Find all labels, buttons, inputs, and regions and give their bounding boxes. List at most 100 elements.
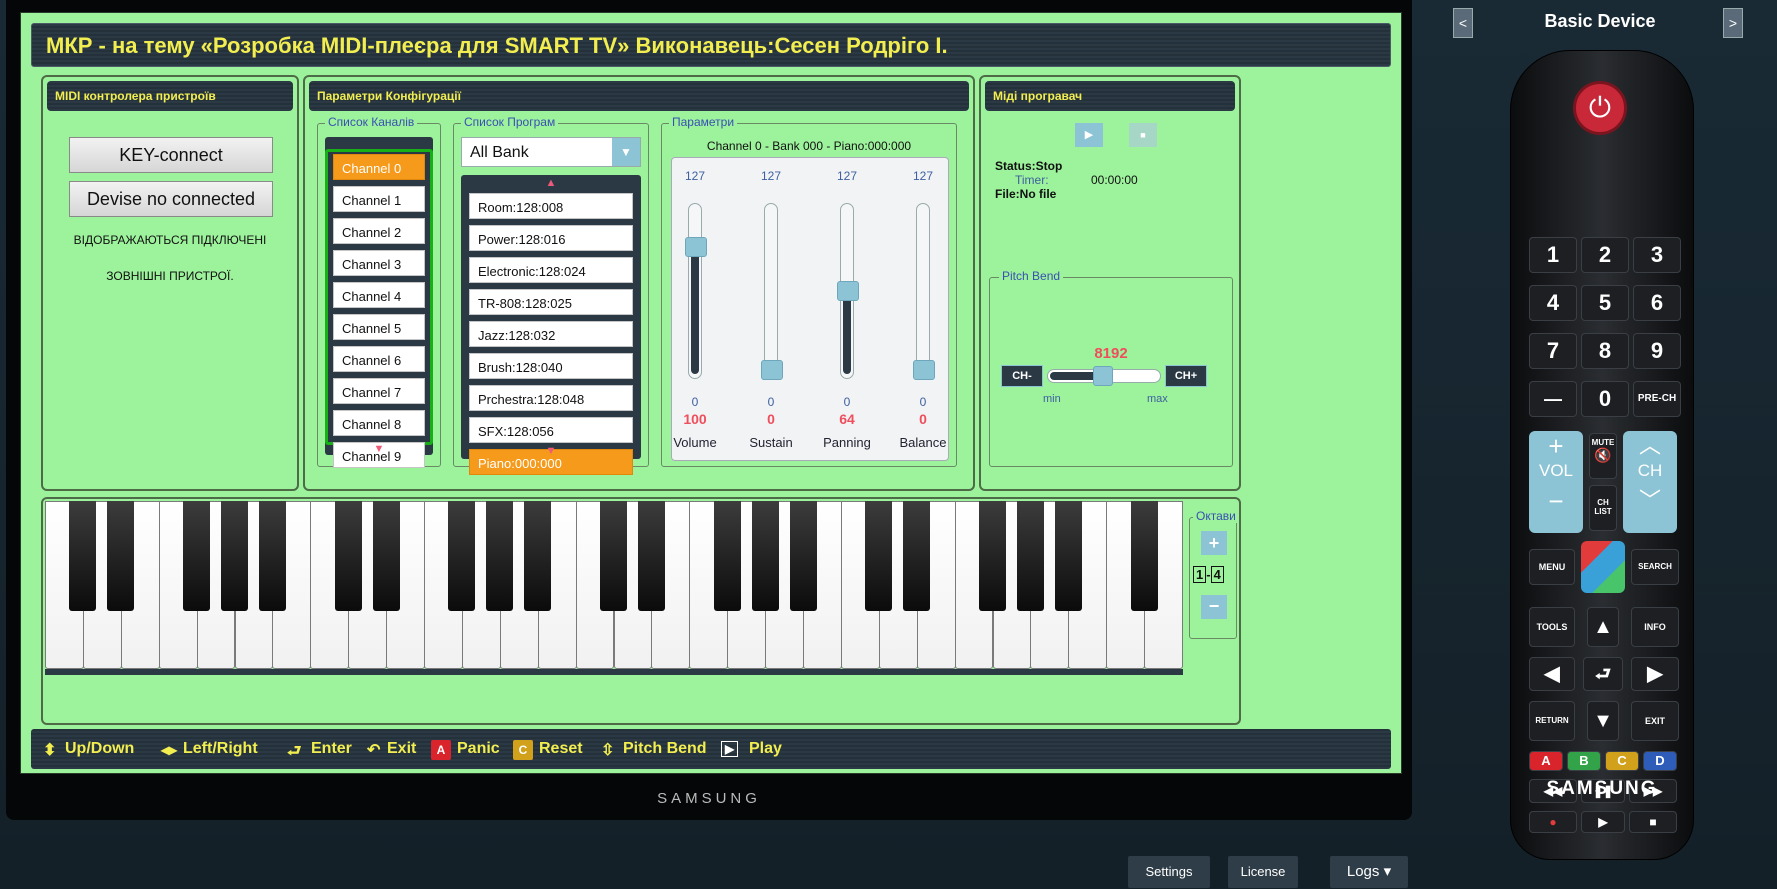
color-b-button[interactable]: B — [1567, 751, 1601, 771]
channel-item[interactable]: Channel 4 — [333, 282, 425, 308]
channel-item[interactable]: Channel 3 — [333, 250, 425, 276]
down-arrow-button[interactable]: ▼ — [1587, 701, 1619, 741]
smart-hub-button[interactable] — [1581, 541, 1625, 593]
play-button[interactable]: ▶ — [1075, 123, 1103, 147]
digit-4-button[interactable]: 4 — [1529, 285, 1577, 321]
channel-item[interactable]: Channel 5 — [333, 314, 425, 340]
pitch-bend-knob[interactable] — [1093, 366, 1113, 386]
channel-rocker[interactable]: ︿ CH ﹀ — [1623, 431, 1677, 533]
settings-button[interactable]: Settings — [1128, 856, 1210, 888]
program-item[interactable]: Jazz:128:032 — [469, 321, 633, 347]
digit-5-button[interactable]: 5 — [1581, 285, 1629, 321]
prev-device-button[interactable]: < — [1453, 8, 1473, 38]
black-key[interactable] — [1130, 501, 1158, 611]
black-key[interactable] — [979, 501, 1006, 611]
slider-sustain[interactable] — [761, 203, 783, 380]
left-arrow-button[interactable]: ◀ — [1529, 657, 1575, 691]
black-key[interactable] — [69, 501, 97, 611]
black-key[interactable] — [107, 501, 135, 611]
up-arrow-button[interactable]: ▲ — [1587, 607, 1619, 647]
black-key[interactable] — [1054, 501, 1082, 611]
slider-panning[interactable] — [837, 203, 859, 379]
logs-dropdown[interactable]: Logs ▾ — [1330, 856, 1408, 888]
mute-button[interactable]: MUTE 🔇 — [1589, 433, 1617, 479]
digit-0-button[interactable]: 0 — [1581, 381, 1629, 417]
black-key[interactable] — [258, 501, 286, 611]
program-item[interactable]: Electronic:128:024 — [469, 257, 633, 283]
right-arrow-button[interactable]: ▶ — [1631, 657, 1679, 691]
black-key[interactable] — [372, 501, 400, 611]
black-key[interactable] — [903, 501, 931, 611]
license-button[interactable]: License — [1228, 856, 1298, 888]
octave-down-button[interactable]: − — [1201, 595, 1227, 619]
program-scroll-up-icon[interactable]: ▲ — [541, 177, 561, 189]
record-button[interactable]: ● — [1529, 811, 1577, 833]
exit-button[interactable]: EXIT — [1631, 701, 1679, 741]
dash-button[interactable]: — — [1529, 381, 1577, 417]
program-item[interactable]: Brush:128:040 — [469, 353, 633, 379]
return-button[interactable]: RETURN — [1529, 701, 1575, 741]
program-item[interactable]: TR-808:128:025 — [469, 289, 633, 315]
program-item[interactable]: Prchestra:128:048 — [469, 385, 633, 411]
stop-button[interactable]: ■ — [1129, 123, 1157, 147]
remote-play-button[interactable]: ▶ — [1581, 811, 1625, 833]
color-d-button[interactable]: D — [1643, 751, 1677, 771]
ch-plus-button[interactable]: CH+ — [1165, 365, 1207, 387]
black-key[interactable] — [751, 501, 779, 611]
color-c-button[interactable]: C — [1605, 751, 1639, 771]
menu-button[interactable]: MENU — [1529, 549, 1575, 585]
digit-2-button[interactable]: 2 — [1581, 237, 1629, 273]
tools-button[interactable]: TOOLS — [1529, 607, 1575, 647]
black-key[interactable] — [713, 501, 741, 611]
black-key[interactable] — [865, 501, 893, 611]
black-key[interactable] — [600, 501, 627, 611]
prech-button[interactable]: PRE-CH — [1633, 381, 1681, 417]
channel-item[interactable]: Channel 7 — [333, 378, 425, 404]
black-key[interactable] — [637, 501, 665, 611]
key-connect-button[interactable]: KEY-connect — [69, 137, 273, 173]
slider-knob[interactable] — [685, 237, 707, 257]
black-key[interactable] — [334, 501, 362, 611]
program-list[interactable]: ▲ Room:128:008 Power:128:016 Electronic:12… — [461, 175, 641, 475]
ch-minus-button[interactable]: CH- — [1001, 365, 1043, 387]
channel-item[interactable]: Channel 6 — [333, 346, 425, 372]
chlist-button[interactable]: CH LIST — [1589, 485, 1617, 531]
channel-scroll-down-icon[interactable]: ▼ — [369, 443, 389, 455]
power-button[interactable]: ⏻ — [1573, 81, 1627, 135]
slider-knob[interactable] — [913, 360, 935, 380]
enter-button[interactable]: ⮐ — [1583, 657, 1623, 691]
black-key[interactable] — [221, 501, 248, 611]
bank-select[interactable]: All Bank ▼ — [461, 137, 641, 167]
channel-item[interactable]: Channel 1 — [333, 186, 425, 212]
digit-1-button[interactable]: 1 — [1529, 237, 1577, 273]
digit-6-button[interactable]: 6 — [1633, 285, 1681, 321]
piano-keyboard[interactable] — [45, 501, 1183, 669]
volume-rocker[interactable]: + VOL − — [1529, 431, 1583, 533]
black-key[interactable] — [789, 501, 817, 611]
search-button[interactable]: SEARCH — [1631, 549, 1679, 585]
pitch-bend-slider[interactable] — [1047, 366, 1161, 386]
digit-3-button[interactable]: 3 — [1633, 237, 1681, 273]
program-item[interactable]: Room:128:008 — [469, 193, 633, 219]
channel-list[interactable]: Channel 0 Channel 1 Channel 2 Channel 3 Chan… — [325, 137, 433, 468]
slider-knob[interactable] — [837, 281, 859, 301]
channel-item[interactable]: Channel 8 — [333, 410, 425, 436]
digit-8-button[interactable]: 8 — [1581, 333, 1629, 369]
slider-balance[interactable] — [913, 203, 935, 380]
program-item[interactable]: SFX:128:056 — [469, 417, 633, 443]
black-key[interactable] — [1016, 501, 1044, 611]
black-key[interactable] — [183, 501, 211, 611]
black-key[interactable] — [486, 501, 514, 611]
digit-7-button[interactable]: 7 — [1529, 333, 1577, 369]
program-item[interactable]: Power:128:016 — [469, 225, 633, 251]
channel-item[interactable]: Channel 2 — [333, 218, 425, 244]
slider-volume[interactable] — [685, 203, 707, 379]
info-button[interactable]: INFO — [1631, 607, 1679, 647]
black-key[interactable] — [524, 501, 552, 611]
program-scroll-down-icon[interactable]: ▼ — [541, 445, 561, 457]
octave-up-button[interactable]: + — [1201, 531, 1227, 555]
color-a-button[interactable]: A — [1529, 751, 1563, 771]
digit-9-button[interactable]: 9 — [1633, 333, 1681, 369]
channel-item[interactable]: Channel 0 — [333, 154, 425, 180]
slider-knob[interactable] — [761, 360, 783, 380]
